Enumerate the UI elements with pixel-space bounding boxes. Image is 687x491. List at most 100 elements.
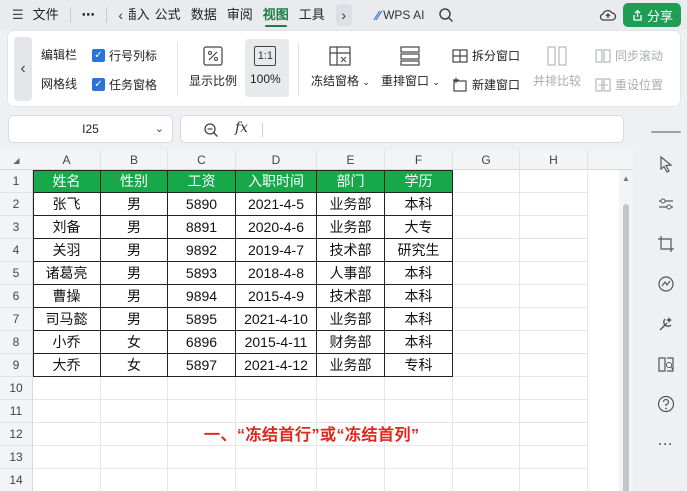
cell-H13[interactable] <box>520 446 588 469</box>
zoom-display-button[interactable]: 显示比例 <box>189 46 237 89</box>
cell-C13[interactable] <box>168 446 236 469</box>
table-cell[interactable]: 刘备 <box>33 216 101 239</box>
zoom-formula-icon[interactable] <box>203 122 219 138</box>
search-icon[interactable] <box>438 7 454 23</box>
row-col-headers-checkbox[interactable]: ✓ 行号列标 <box>92 47 157 64</box>
name-box[interactable]: I25 ⌄ <box>8 115 173 143</box>
cell-H12[interactable] <box>520 423 588 446</box>
table-cell[interactable]: 2018-4-8 <box>236 262 317 285</box>
table-cell[interactable]: 张飞 <box>33 193 101 216</box>
table-header-cell[interactable]: 入职时间 <box>236 170 317 193</box>
column-header-b[interactable]: B <box>101 150 168 170</box>
table-cell[interactable]: 人事部 <box>317 262 385 285</box>
cell-G14[interactable] <box>453 469 520 491</box>
adjust-sliders-icon[interactable] <box>657 195 675 213</box>
table-cell[interactable]: 男 <box>101 216 168 239</box>
cell-G6[interactable] <box>453 285 520 308</box>
row-header-2[interactable]: 2 <box>0 193 33 216</box>
cell-B12[interactable] <box>101 423 168 446</box>
table-cell[interactable]: 业务部 <box>317 354 385 377</box>
cell-D10[interactable] <box>236 377 317 400</box>
row-header-11[interactable]: 11 <box>0 400 33 423</box>
table-cell[interactable]: 财务部 <box>317 331 385 354</box>
cell-H1[interactable] <box>520 170 588 193</box>
column-header-f[interactable]: F <box>385 150 453 170</box>
fx-icon[interactable]: fx <box>235 120 248 136</box>
wps-ai-button[interactable]: ⁄⁄ WPS AI <box>376 8 425 23</box>
more-options-icon[interactable]: ··· <box>657 435 675 453</box>
row-header-3[interactable]: 3 <box>0 216 33 239</box>
split-window-button[interactable]: 拆分窗口 <box>452 47 520 64</box>
cell-E11[interactable] <box>317 400 385 423</box>
table-cell[interactable]: 关羽 <box>33 239 101 262</box>
table-cell[interactable]: 2020-4-6 <box>236 216 317 239</box>
cell-G12[interactable] <box>453 423 520 446</box>
column-header-g[interactable]: G <box>453 150 520 170</box>
tab-view[interactable]: 视图 <box>258 0 294 30</box>
help-icon[interactable] <box>657 395 675 413</box>
table-cell[interactable]: 研究生 <box>385 239 453 262</box>
column-header-a[interactable]: A <box>33 150 101 170</box>
chart-analysis-icon[interactable] <box>657 275 675 293</box>
tab-insert[interactable]: 插入 <box>129 7 150 22</box>
cell-A13[interactable] <box>33 446 101 469</box>
table-cell[interactable]: 专科 <box>385 354 453 377</box>
cell-H11[interactable] <box>520 400 588 423</box>
share-button[interactable]: 分享 <box>623 3 681 27</box>
cell-C14[interactable] <box>168 469 236 491</box>
cell-F13[interactable] <box>385 446 453 469</box>
tab-scroll-left-icon[interactable]: ‹ <box>113 4 129 26</box>
table-cell[interactable]: 业务部 <box>317 193 385 216</box>
reset-position-button[interactable]: 重设位置 <box>595 76 663 93</box>
cursor-select-icon[interactable] <box>657 155 675 173</box>
menu-file[interactable]: 文件 <box>28 0 64 30</box>
tab-data[interactable]: 数据 <box>186 0 222 30</box>
table-cell[interactable]: 男 <box>101 308 168 331</box>
book-search-icon[interactable] <box>657 355 675 373</box>
cell-E10[interactable] <box>317 377 385 400</box>
table-cell[interactable]: 本科 <box>385 285 453 308</box>
sync-scroll-button[interactable]: 同步滚动 <box>595 47 663 64</box>
table-cell[interactable]: 男 <box>101 193 168 216</box>
row-header-6[interactable]: 6 <box>0 285 33 308</box>
table-cell[interactable]: 5893 <box>168 262 236 285</box>
table-cell[interactable]: 大乔 <box>33 354 101 377</box>
column-header-d[interactable]: D <box>236 150 317 170</box>
cell-C10[interactable] <box>168 377 236 400</box>
table-cell[interactable]: 本科 <box>385 262 453 285</box>
table-cell[interactable]: 6896 <box>168 331 236 354</box>
row-header-10[interactable]: 10 <box>0 377 33 400</box>
cell-A10[interactable] <box>33 377 101 400</box>
cell-G7[interactable] <box>453 308 520 331</box>
row-header-8[interactable]: 8 <box>0 331 33 354</box>
scroll-up-icon[interactable]: ▲ <box>622 174 630 183</box>
cell-F10[interactable] <box>385 377 453 400</box>
gridlines-toggle-label[interactable]: 网格线 <box>41 77 77 91</box>
select-all-corner[interactable]: ◢ <box>0 150 33 170</box>
table-cell[interactable]: 8891 <box>168 216 236 239</box>
cell-B13[interactable] <box>101 446 168 469</box>
cell-E14[interactable] <box>317 469 385 491</box>
cell-A12[interactable] <box>33 423 101 446</box>
cell-G13[interactable] <box>453 446 520 469</box>
crop-icon[interactable] <box>657 235 675 253</box>
row-header-9[interactable]: 9 <box>0 354 33 377</box>
cell-F14[interactable] <box>385 469 453 491</box>
cell-D11[interactable] <box>236 400 317 423</box>
freeze-panes-button[interactable]: 冻结窗格 ⌄ <box>311 46 370 89</box>
cell-G4[interactable] <box>453 239 520 262</box>
row-header-5[interactable]: 5 <box>0 262 33 285</box>
row-header-7[interactable]: 7 <box>0 308 33 331</box>
table-cell[interactable]: 2021-4-5 <box>236 193 317 216</box>
table-cell[interactable]: 女 <box>101 354 168 377</box>
cell-G9[interactable] <box>453 354 520 377</box>
table-cell[interactable]: 诸葛亮 <box>33 262 101 285</box>
table-cell[interactable]: 司马懿 <box>33 308 101 331</box>
table-cell[interactable]: 本科 <box>385 193 453 216</box>
row-header-1[interactable]: 1 <box>0 170 33 193</box>
chevron-down-icon[interactable]: ⌄ <box>155 122 164 135</box>
cell-B14[interactable] <box>101 469 168 491</box>
table-cell[interactable]: 9894 <box>168 285 236 308</box>
table-cell[interactable]: 男 <box>101 262 168 285</box>
cell-H2[interactable] <box>520 193 588 216</box>
